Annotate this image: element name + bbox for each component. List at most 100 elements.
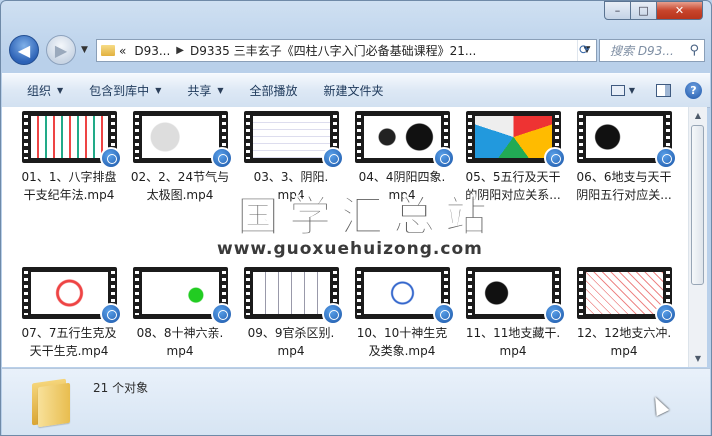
file-name[interactable]: 09、9官杀区别. mp4 <box>236 324 346 360</box>
file-name[interactable]: 10、10十神生克 及类象.mp4 <box>347 324 457 360</box>
item-count: 21 个对象 <box>93 381 149 395</box>
media-player-icon <box>544 147 566 169</box>
view-icon <box>610 85 625 96</box>
play-all-button[interactable]: 全部播放 <box>237 74 311 107</box>
breadcrumb-current-folder[interactable]: D9335 三丰玄子《四柱八字入门必备基础课程》21... <box>190 42 476 59</box>
filmstrip-icon <box>468 115 472 159</box>
file-item[interactable]: 11、11地支藏干. mp4 <box>458 267 568 367</box>
media-player-icon <box>322 147 344 169</box>
file-name-line-2: 天干生克.mp4 <box>29 344 109 358</box>
file-name-line-1: 01、1、八字排盘 <box>21 170 117 184</box>
share-menu[interactable]: 共享 ▼ <box>174 74 236 107</box>
maximize-button[interactable]: □ <box>631 1 657 20</box>
file-item[interactable]: 06、6地支与天干 阴阳五行对应关... <box>569 111 679 221</box>
close-button[interactable]: ✕ <box>657 1 703 20</box>
filmstrip-icon <box>579 271 583 315</box>
help-icon[interactable]: ? <box>685 82 702 99</box>
file-name-line-2: mp4 <box>499 344 527 358</box>
media-player-icon <box>100 147 122 169</box>
search-input[interactable]: 搜索 D93... ⚲ <box>599 39 705 62</box>
command-bar: 组织 ▼ 包含到库中 ▼ 共享 ▼ 全部播放 新建文件夹 ▼ ? <box>2 73 710 108</box>
file-name-line-2: mp4 <box>166 344 194 358</box>
file-item[interactable]: 08、8十神六亲. mp4 <box>125 267 235 367</box>
file-name[interactable]: 07、7五行生克及 天干生克.mp4 <box>14 324 124 360</box>
vertical-scrollbar[interactable]: ▲ ▼ <box>688 107 707 367</box>
minimize-button[interactable]: – <box>604 1 631 20</box>
filmstrip-icon <box>357 271 361 315</box>
file-item[interactable]: 07、7五行生克及 天干生克.mp4 <box>14 267 124 367</box>
media-player-icon <box>211 147 233 169</box>
address-overflow[interactable]: « <box>119 44 126 58</box>
organize-label: 组织 <box>27 84 52 98</box>
scroll-thumb[interactable] <box>691 125 704 285</box>
arrow-left-icon: ◀ <box>17 40 31 60</box>
file-name-line-2: 及类象.mp4 <box>368 344 436 358</box>
thumbnail-frame <box>142 116 219 158</box>
share-label: 共享 <box>187 84 212 98</box>
thumbnail-frame <box>31 116 108 158</box>
back-button[interactable]: ◀ <box>9 35 39 65</box>
thumbnail-frame <box>253 272 330 314</box>
file-item[interactable]: 01、1、八字排盘 干支纪年法.mp4 <box>14 111 124 221</box>
preview-pane-icon[interactable] <box>656 84 671 97</box>
refresh-button[interactable]: ⟳ <box>573 39 596 62</box>
forward-button[interactable]: ▶ <box>46 35 76 65</box>
filmstrip-icon <box>357 115 361 159</box>
media-player-icon <box>655 147 677 169</box>
file-name[interactable]: 06、6地支与天干 阴阳五行对应关... <box>569 168 679 204</box>
refresh-icon: ⟳ <box>579 43 590 58</box>
scroll-down-icon[interactable]: ▼ <box>689 350 707 367</box>
file-name-line-1: 07、7五行生克及 <box>21 326 117 340</box>
file-name[interactable]: 12、12地支六冲. mp4 <box>569 324 679 360</box>
file-name-line-2: 干支纪年法.mp4 <box>23 188 115 202</box>
folder-icon <box>101 45 115 56</box>
thumbnail-frame <box>586 116 663 158</box>
include-in-library-label: 包含到库中 <box>89 84 150 98</box>
thumbnail-frame <box>364 116 441 158</box>
chevron-down-icon: ▼ <box>217 86 224 95</box>
scroll-up-icon[interactable]: ▲ <box>689 107 707 124</box>
toolbar-right: ▼ ? <box>604 80 710 102</box>
thumbnail-frame <box>475 116 552 158</box>
organize-menu[interactable]: 组织 ▼ <box>2 74 76 107</box>
file-name-line-2: 太极图.mp4 <box>146 188 214 202</box>
file-item[interactable]: 10、10十神生克 及类象.mp4 <box>347 267 457 367</box>
include-in-library-menu[interactable]: 包含到库中 ▼ <box>76 74 174 107</box>
change-view-button[interactable]: ▼ <box>604 80 642 102</box>
filmstrip-icon <box>468 271 472 315</box>
chevron-down-icon[interactable]: ▼ <box>629 86 635 95</box>
filmstrip-icon <box>24 115 28 159</box>
window-controls: – □ ✕ <box>604 1 703 20</box>
new-folder-button[interactable]: 新建文件夹 <box>311 74 397 107</box>
thumbnail-frame <box>31 272 108 314</box>
media-player-icon <box>655 303 677 325</box>
file-name-line-1: 09、9官杀区别. <box>247 326 335 340</box>
file-name[interactable]: 11、11地支藏干. mp4 <box>458 324 568 360</box>
thumbnail-frame <box>586 272 663 314</box>
file-item[interactable]: 09、9官杀区别. mp4 <box>236 267 346 367</box>
file-item[interactable]: 12、12地支六冲. mp4 <box>569 267 679 367</box>
file-name[interactable]: 08、8十神六亲. mp4 <box>125 324 235 360</box>
media-player-icon <box>433 303 455 325</box>
file-item[interactable]: 02、2、24节气与 太极图.mp4 <box>125 111 235 221</box>
address-bar[interactable]: « D93... ▶ D9335 三丰玄子《四柱八字入门必备基础课程》21...… <box>96 39 597 62</box>
file-name-line-1: 11、11地支藏干. <box>465 326 561 340</box>
recent-pages-dropdown[interactable]: ▼ <box>81 45 88 55</box>
file-name[interactable]: 02、2、24节气与 太极图.mp4 <box>125 168 235 204</box>
thumbnail-frame <box>142 272 219 314</box>
file-name-line-2: mp4 <box>277 344 305 358</box>
chevron-down-icon: ▼ <box>155 86 162 95</box>
file-name-line-1: 08、8十神六亲. <box>136 326 224 340</box>
search-icon[interactable]: ⚲ <box>689 43 699 58</box>
file-name[interactable]: 01、1、八字排盘 干支纪年法.mp4 <box>14 168 124 204</box>
filmstrip-icon <box>246 115 250 159</box>
explorer-window: – □ ✕ ◀ ▶ ▼ « D93... ▶ D9335 三丰玄子《四柱八字入门… <box>0 0 712 436</box>
thumbnail-frame <box>253 116 330 158</box>
breadcrumb-separator-icon[interactable]: ▶ <box>176 45 184 56</box>
media-player-icon <box>544 303 566 325</box>
file-name-line-1: 12、12地支六冲. <box>576 326 672 340</box>
arrow-right-icon: ▶ <box>54 40 68 60</box>
thumbnail-frame <box>475 272 552 314</box>
filmstrip-icon <box>135 115 139 159</box>
breadcrumb-d93[interactable]: D93... <box>134 44 170 58</box>
